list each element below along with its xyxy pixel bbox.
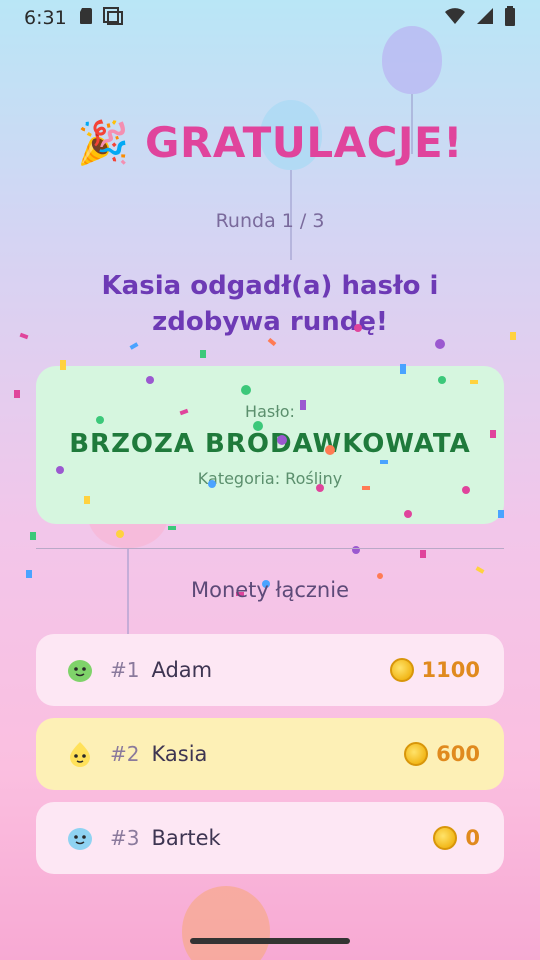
player-row: #1 Adam 1100 <box>36 634 504 706</box>
party-popper-icon: 🎉 <box>77 118 130 167</box>
password-card: Hasło: BRZOZA BRODAWKOWATA Kategoria: Ro… <box>36 366 504 524</box>
signal-icon <box>476 7 494 30</box>
screenshot-icon <box>102 6 123 30</box>
divider <box>36 548 504 549</box>
player-name: Bartek <box>151 826 221 850</box>
page-title: GRATULACJE! <box>145 118 463 167</box>
coins-header: Monety łącznie <box>190 578 349 602</box>
blue-blob-avatar-icon <box>66 824 94 852</box>
player-score: 600 <box>404 742 480 766</box>
sd-card-icon <box>79 7 93 30</box>
player-rank: #3 <box>110 826 140 850</box>
round-indicator: Runda 1 / 3 <box>215 210 325 232</box>
player-coins: 600 <box>436 742 480 766</box>
player-row: #3 Bartek 0 <box>36 802 504 874</box>
player-coins: 1100 <box>421 658 480 682</box>
coin-icon <box>404 742 429 766</box>
password-category: Kategoria: Rośliny <box>197 469 343 488</box>
battery-icon <box>504 5 516 31</box>
green-blob-avatar-icon <box>66 656 94 684</box>
status-time: 6:31 <box>24 7 67 29</box>
wifi-icon <box>444 7 466 30</box>
player-name: Adam <box>151 658 213 682</box>
player-rank: #1 <box>110 658 140 682</box>
player-rank: #2 <box>110 742 140 766</box>
password-word: BRZOZA BRODAWKOWATA <box>69 429 471 459</box>
status-bar: 6:31 <box>0 0 540 36</box>
player-score: 0 <box>433 826 480 850</box>
password-label: Hasło: <box>245 402 295 421</box>
balloon-decoration <box>382 26 442 94</box>
player-coins: 0 <box>465 826 480 850</box>
player-row-highlighted: #2 Kasia 600 <box>36 718 504 790</box>
player-score: 1100 <box>389 658 480 682</box>
coin-icon <box>389 658 414 682</box>
winner-message: Kasia odgadł(a) hasło i zdobywa rundę! <box>101 271 439 337</box>
navigation-handle[interactable] <box>190 938 350 944</box>
yellow-blob-avatar-icon <box>66 740 94 768</box>
balloon-decoration <box>182 886 270 960</box>
player-name: Kasia <box>151 742 208 766</box>
congrats-title: 🎉 GRATULACJE! <box>0 118 540 168</box>
coin-icon <box>433 826 458 850</box>
